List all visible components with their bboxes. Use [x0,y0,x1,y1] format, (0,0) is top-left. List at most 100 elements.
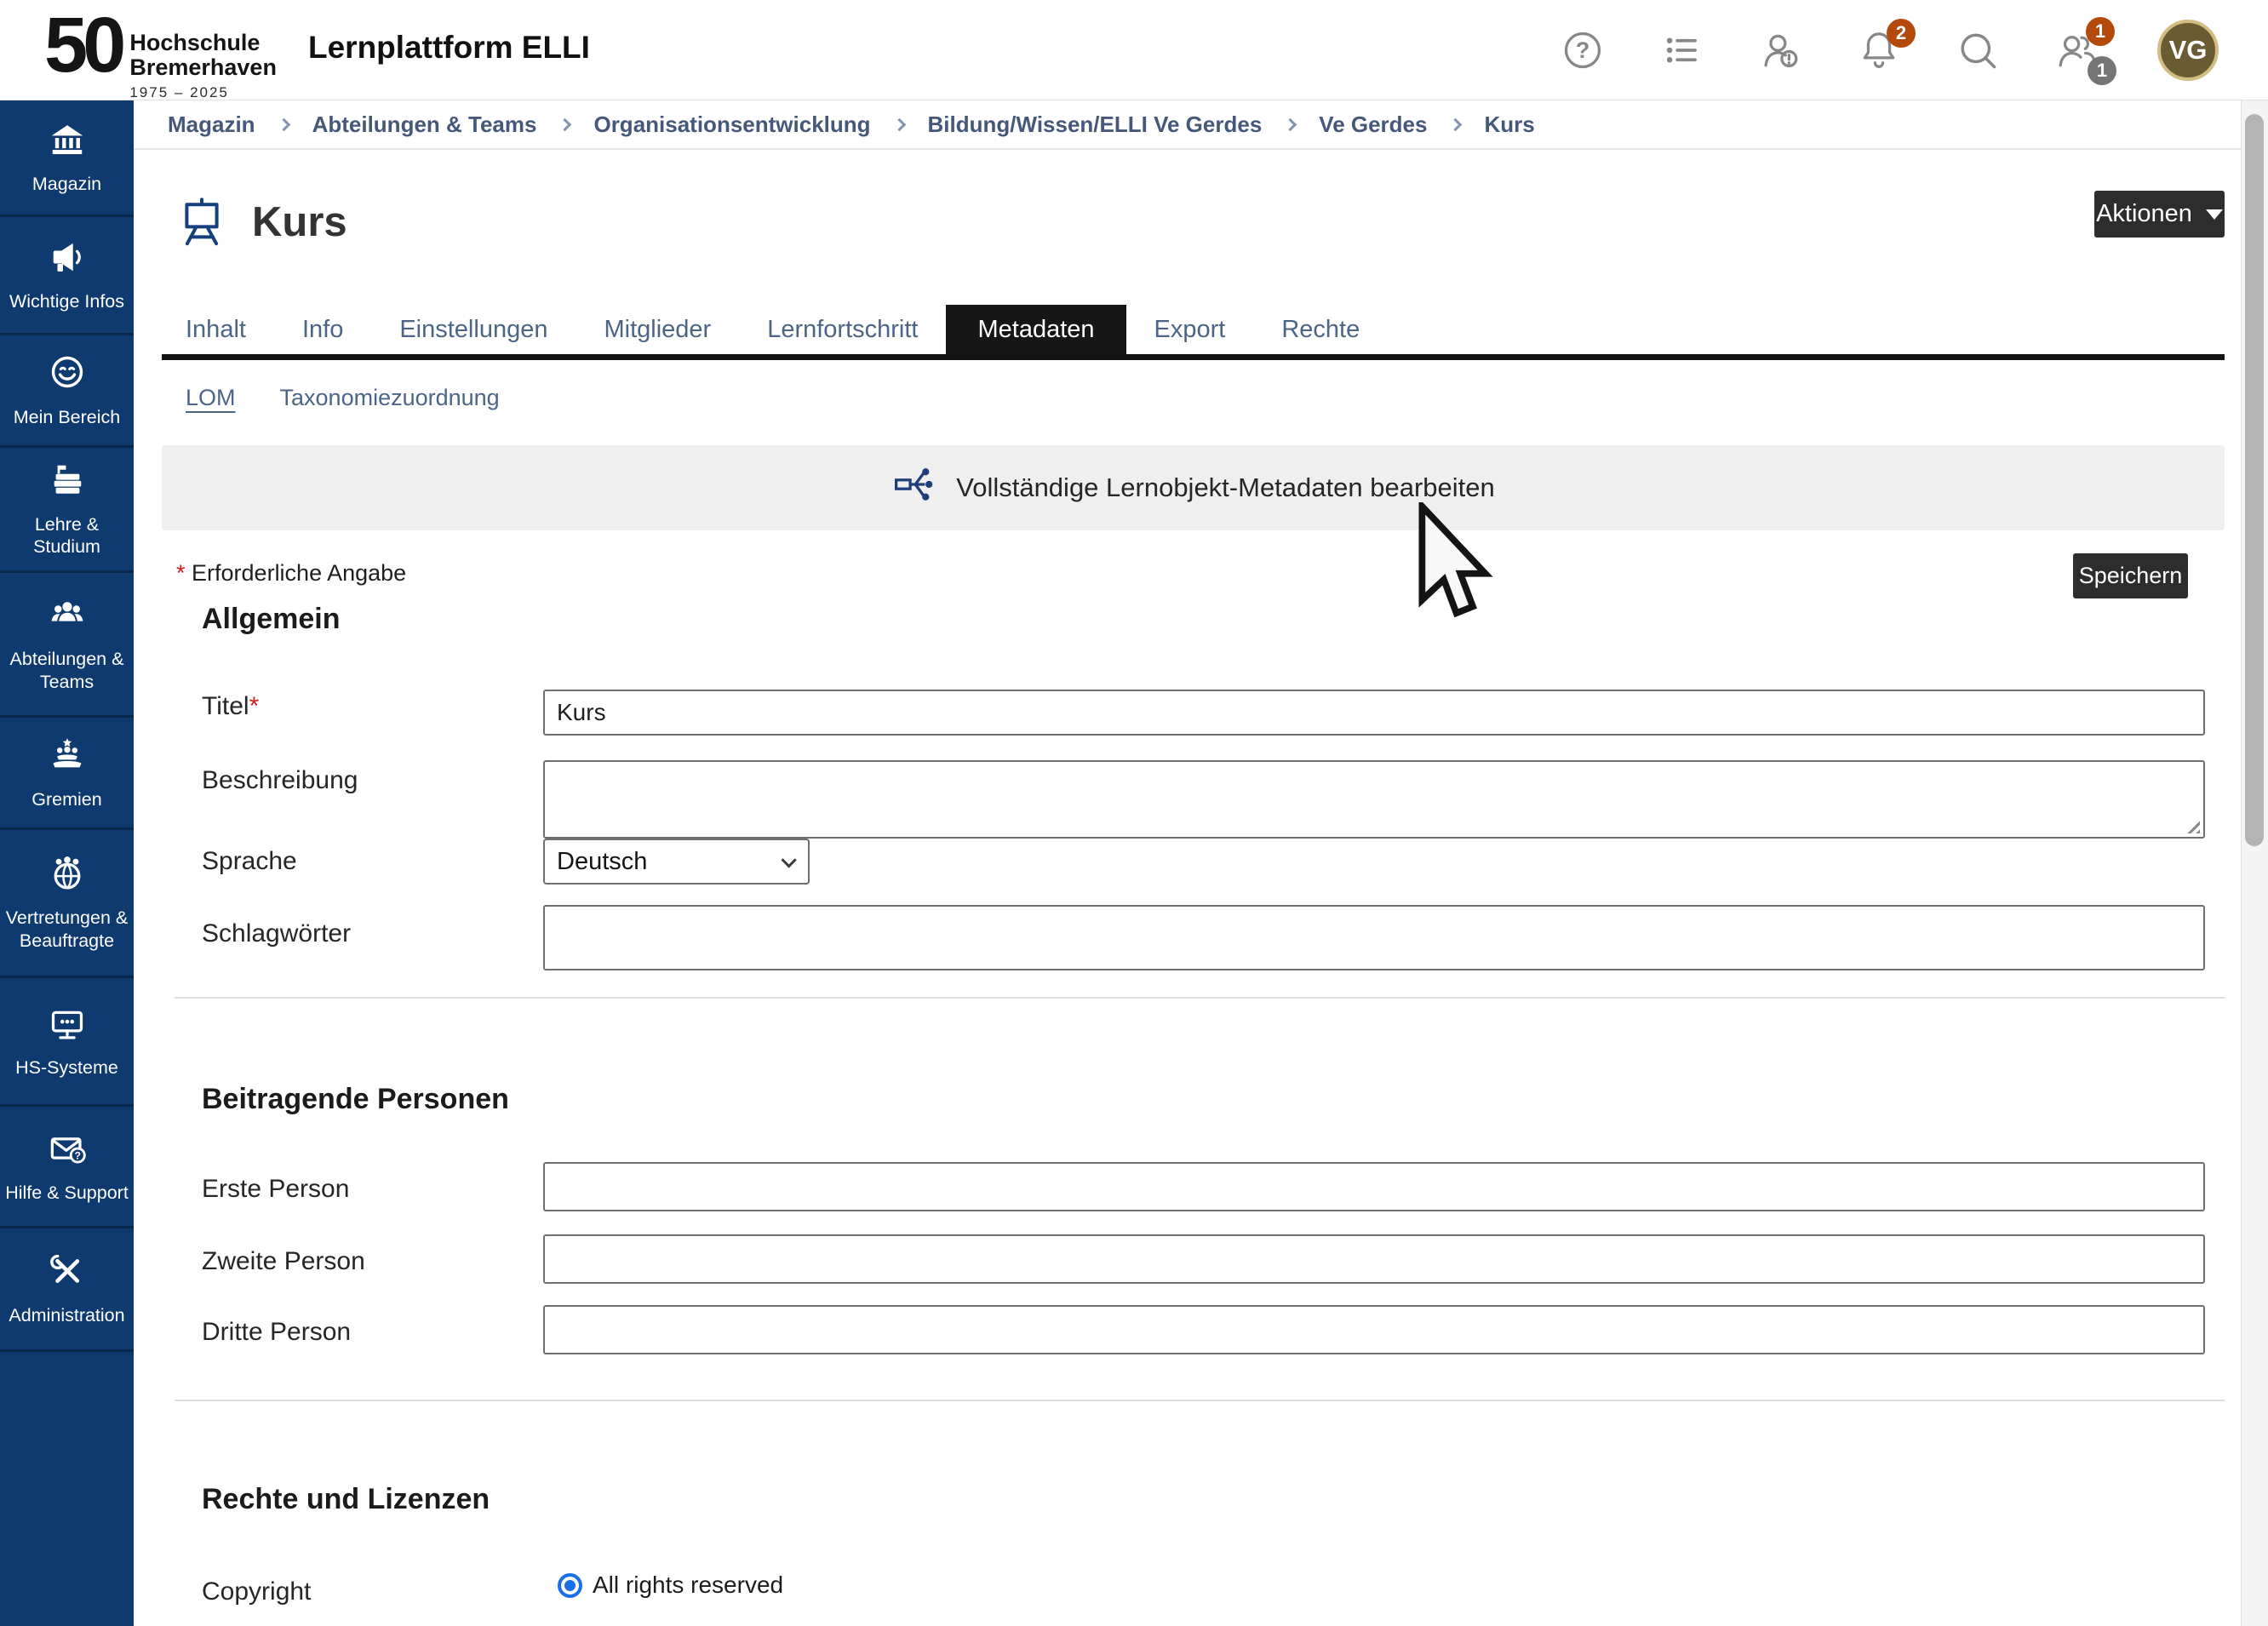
contacts-badge-total: 1 [2088,56,2116,85]
smiley-icon [48,352,87,397]
sidebar-item-abteilungen-teams[interactable]: Abteilungen & Teams [0,573,134,718]
zweite-person-input[interactable] [543,1234,2205,1284]
user-alert-icon[interactable] [1757,27,1803,73]
logo-50: 50 [44,9,121,83]
erste-person-label: Erste Person [202,1175,349,1204]
search-icon[interactable] [1955,27,2001,73]
tab-bar-underline [162,354,2225,360]
sidebar-item-label: Administration [9,1304,124,1326]
sidebar-item-vertretungen-beauftragte[interactable]: Vertretungen & Beauftragte [0,830,134,978]
globe-people-icon [48,854,87,898]
chevron-down-icon [781,852,796,867]
tab-inhalt[interactable]: Inhalt [158,305,274,354]
tab-lernfortschritt[interactable]: Lernfortschritt [739,305,946,354]
dritte-person-input[interactable] [543,1305,2205,1354]
breadcrumb-item[interactable]: Bildung/Wissen/ELLI Ve Gerdes [928,112,1263,138]
people-group-icon [48,595,87,639]
tab-rechte[interactable]: Rechte [1253,305,1388,354]
page-scrollbar-thumb[interactable] [2245,114,2264,846]
tab-mitglieder[interactable]: Mitglieder [576,305,739,354]
university-logo[interactable]: 50 Hochschule Bremerhaven 1975 – 2025 [44,9,277,101]
section-heading-beitragende: Beitragende Personen [202,1083,509,1116]
course-board-icon [175,194,229,253]
chevron-right-icon [892,117,906,131]
breadcrumb-item[interactable]: Organisationsentwicklung [593,112,870,138]
subtab-taxonomiezuordnung[interactable]: Taxonomiezuordnung [280,385,500,411]
sidebar-item-label: Hilfe & Support [5,1182,129,1204]
sidebar-item-administration[interactable]: Administration [0,1228,134,1352]
sidebar-item-label: Wichtige Infos [9,290,124,312]
actions-button[interactable]: Aktionen [2094,191,2225,238]
titel-label: Titel* [202,692,259,721]
sidebar-item-label: HS-Systeme [15,1056,118,1079]
list-icon[interactable] [1658,27,1704,73]
svg-text:?: ? [74,1149,80,1161]
help-icon[interactable]: ? [1560,27,1606,73]
sprache-select[interactable]: Deutsch [543,839,810,885]
chevron-right-icon [1284,117,1297,131]
copyright-radio-all-rights[interactable] [558,1573,582,1598]
tab-metadaten[interactable]: Metadaten [946,305,1125,354]
edit-full-metadata-banner[interactable]: Vollständige Lernobjekt-Metadaten bearbe… [162,445,2225,530]
tab-einstellungen[interactable]: Einstellungen [371,305,576,354]
screen: 50 Hochschule Bremerhaven 1975 – 2025 Le… [0,0,2268,1626]
section-divider [175,997,2225,999]
chevron-right-icon [558,117,572,131]
mail-help-icon: ? [48,1129,87,1173]
svg-text:?: ? [1576,37,1590,63]
main-sidebar: Magazin Wichtige Infos Mein Bereich Lehr… [0,100,134,1626]
sidebar-item-wichtige-infos[interactable]: Wichtige Infos [0,217,134,335]
required-note: * Erforderliche Angabe [176,560,406,587]
copyright-label: Copyright [202,1577,311,1606]
copyright-option-label: All rights reserved [593,1572,783,1599]
sidebar-item-magazin[interactable]: Magazin [0,100,134,217]
sidebar-item-label: Mein Bereich [14,406,120,428]
chevron-right-icon [1449,117,1463,131]
chevron-right-icon [277,117,290,131]
page-title: Kurs [252,194,347,250]
sidebar-item-mein-bereich[interactable]: Mein Bereich [0,335,134,448]
user-avatar[interactable]: VG [2157,20,2219,81]
header-toolbar: ? [1560,0,2219,100]
beschreibung-textarea[interactable] [543,760,2205,839]
subtab-lom[interactable]: LOM [186,385,236,411]
sidebar-item-lehre-studium[interactable]: Lehre & Studium [0,448,134,573]
schlagwoerter-input[interactable] [543,905,2205,970]
beschreibung-label: Beschreibung [202,766,358,795]
titel-input[interactable] [543,690,2205,736]
monitor-icon [48,1004,87,1048]
bank-icon [48,120,87,164]
sidebar-item-label: Abteilungen & Teams [3,648,131,692]
erste-person-input[interactable] [543,1162,2205,1211]
notifications-badge: 2 [1887,19,1916,48]
contacts-badge-new: 1 [2086,17,2115,46]
notifications-bell-icon[interactable]: 2 [1856,27,1902,73]
contacts-icon[interactable]: 1 1 [2053,27,2099,73]
tab-export[interactable]: Export [1126,305,1254,354]
save-button[interactable]: Speichern [2073,553,2188,598]
zweite-person-label: Zweite Person [202,1247,365,1276]
books-icon [48,461,87,505]
dritte-person-label: Dritte Person [202,1318,351,1347]
sidebar-item-label: Gremien [32,788,101,810]
logo-name-line2: Bremerhaven [129,55,277,80]
megaphone-icon [48,238,87,282]
committee-icon [48,735,87,779]
logo-name-line1: Hochschule [129,31,277,55]
sidebar-item-hs-systeme[interactable]: HS-Systeme [0,978,134,1107]
tab-info[interactable]: Info [274,305,371,354]
sidebar-item-label: Vertretungen & Beauftragte [3,907,131,951]
breadcrumb: Magazin Abteilungen & Teams Organisation… [134,100,2241,150]
sidebar-item-gremien[interactable]: Gremien [0,718,134,830]
metadata-hub-icon [891,462,936,513]
subtab-bar: LOM Taxonomiezuordnung [186,385,500,411]
schlagwoerter-label: Schlagwörter [202,919,351,948]
page-scrollbar-track[interactable] [2241,100,2268,1626]
breadcrumb-item[interactable]: Ve Gerdes [1319,112,1427,138]
sidebar-item-label: Lehre & Studium [3,513,131,558]
sidebar-item-hilfe-support[interactable]: ? Hilfe & Support [0,1107,134,1228]
breadcrumb-item[interactable]: Abteilungen & Teams [312,112,537,138]
breadcrumb-item[interactable]: Magazin [168,112,255,138]
breadcrumb-item[interactable]: Kurs [1484,112,1534,138]
caret-down-icon [2206,209,2223,220]
